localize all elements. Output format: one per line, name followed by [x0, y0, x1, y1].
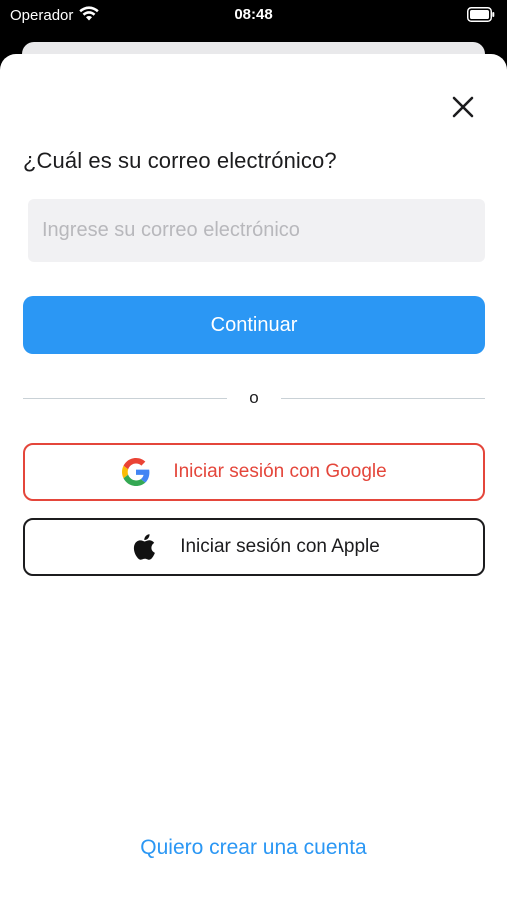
email-input[interactable] [28, 199, 485, 262]
divider-line-right [281, 398, 485, 399]
continue-button-label: Continuar [210, 313, 298, 336]
app-screen: Operador 08:48 ¿Cuál es su correo electr… [0, 0, 507, 900]
or-divider: o [23, 387, 485, 411]
page-title: ¿Cuál es su correo electrónico? [23, 148, 337, 173]
create-account-link[interactable]: Quiero crear una cuenta [0, 836, 507, 860]
close-button[interactable] [446, 90, 480, 124]
continue-button[interactable]: Continuar [23, 296, 485, 354]
google-signin-label: Iniciar sesión con Google [173, 461, 387, 482]
google-signin-button[interactable]: Iniciar sesión con Google [23, 443, 485, 501]
apple-signin-button[interactable]: Iniciar sesión con Apple [23, 518, 485, 576]
status-bar: Operador 08:48 [0, 0, 507, 32]
apple-logo-icon [128, 532, 158, 562]
apple-signin-label: Iniciar sesión con Apple [180, 536, 380, 557]
google-logo-icon [121, 457, 151, 487]
close-icon [452, 96, 474, 118]
login-sheet: ¿Cuál es su correo electrónico? Continua… [0, 54, 507, 900]
status-time: 08:48 [234, 6, 273, 23]
battery-icon [467, 7, 495, 22]
